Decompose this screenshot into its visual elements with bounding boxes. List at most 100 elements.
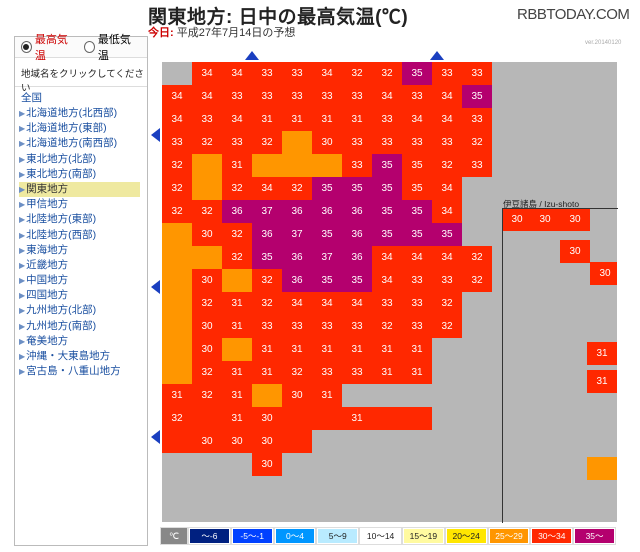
map-cell: 36 (222, 200, 252, 223)
forecast-date: 今日: 平成27年7月14日の予想 (148, 24, 295, 40)
map-cell (222, 269, 252, 292)
map-cell: 36 (312, 200, 342, 223)
map-cell: 37 (252, 200, 282, 223)
map-cell: 32 (432, 154, 462, 177)
map-cell: 33 (402, 131, 432, 154)
region-item[interactable]: ▶北海道地方(北西部) (19, 106, 147, 121)
map-cell: 35 (432, 223, 462, 246)
map-cell: 33 (342, 154, 372, 177)
region-item[interactable]: ▶東北地方(南部) (19, 167, 147, 182)
region-item[interactable]: ▶北海道地方(東部) (19, 121, 147, 136)
map-cell: 33 (402, 85, 432, 108)
region-item-label: 東北地方(北部) (26, 152, 97, 165)
chevron-right-icon: ▶ (19, 109, 26, 118)
map-cell: 34 (432, 200, 462, 223)
chevron-right-icon: ▶ (19, 124, 26, 134)
region-all-link[interactable]: 全国 (19, 91, 147, 106)
map-cell: 34 (312, 62, 342, 85)
radio-max-temp[interactable] (21, 41, 32, 53)
map-cell: 35 (312, 177, 342, 200)
map-cell: 32 (222, 223, 252, 246)
region-item[interactable]: ▶宮古島・八重山地方 (19, 364, 147, 379)
forecast-date-text: 平成27年7月14日の予想 (176, 27, 296, 39)
region-item[interactable]: ▶奄美地方 (19, 334, 147, 349)
map-cell (312, 407, 342, 430)
map-cell: 36 (342, 223, 372, 246)
radio-min-temp[interactable] (84, 41, 95, 53)
map-cell: 33 (372, 292, 402, 315)
temperature-legend: ℃ 〜-6 -5〜-1 0〜4 5〜9 10〜14 15〜19 20〜24 25〜29 30〜3… (160, 527, 616, 545)
brand-logo: RBBTODAY.COM (517, 6, 630, 23)
map-cell: 32 (432, 315, 462, 338)
map-cell: 34 (342, 292, 372, 315)
map-cell: 33 (312, 85, 342, 108)
legend-item: 30〜34 (531, 528, 573, 544)
map-cell: 34 (402, 246, 432, 269)
map-cell (282, 154, 312, 177)
region-item[interactable]: ▶沖縄・大東島地方 (19, 349, 147, 364)
region-item[interactable]: ▶北陸地方(東部) (19, 212, 147, 227)
map-cell (282, 430, 312, 453)
map-cell: 31 (162, 384, 192, 407)
region-item[interactable]: ▶九州地方(南部) (19, 319, 147, 334)
map-cell: 35 (372, 154, 402, 177)
map-cell: 30 (192, 269, 222, 292)
scroll-north-arrow[interactable] (245, 51, 259, 60)
region-item[interactable]: ▶中国地方 (19, 273, 147, 288)
today-label: 今日: (148, 27, 174, 39)
map-cell: 32 (192, 200, 222, 223)
map-cell: 36 (252, 223, 282, 246)
chevron-right-icon: ▶ (19, 200, 26, 210)
map-cell: 32 (282, 177, 312, 200)
map-cell: 31 (222, 154, 252, 177)
map-cell: 32 (252, 131, 282, 154)
scroll-west-arrow-2[interactable] (151, 280, 160, 294)
map-cell: 31 (342, 108, 372, 131)
map-cell: 32 (192, 361, 222, 384)
region-item[interactable]: ▶近畿地方 (19, 258, 147, 273)
region-item[interactable]: ▶北陸地方(西部) (19, 228, 147, 243)
map-cell: 31 (222, 292, 252, 315)
region-item-label: 北海道地方(東部) (26, 122, 107, 135)
region-item[interactable]: ▶東海地方 (19, 243, 147, 258)
map-cell: 30 (192, 223, 222, 246)
chevron-right-icon: ▶ (19, 245, 26, 255)
map-cell (282, 131, 312, 154)
radio-min-temp-label[interactable]: 最低気温 (98, 31, 137, 63)
scroll-northeast-arrow[interactable] (430, 51, 444, 60)
map-cell: 35 (342, 269, 372, 292)
map-cell: 36 (342, 246, 372, 269)
region-list: 全国 ▶北海道地方(北西部) ▶北海道地方(東部) ▶北海道地方(南西部) ▶東北地方… (15, 87, 147, 379)
map-cell: 34 (432, 108, 462, 131)
map-cell: 30 (192, 338, 222, 361)
map-cell (222, 338, 252, 361)
region-item[interactable]: ▶北海道地方(南西部) (19, 136, 147, 151)
region-item[interactable]: ▶九州地方(北部) (19, 303, 147, 318)
legend-item: 0〜4 (274, 528, 316, 544)
legend-item: 25〜29 (488, 528, 530, 544)
map-cell: 32 (222, 177, 252, 200)
chevron-right-icon: ▶ (19, 169, 26, 179)
map-cell: 33 (372, 108, 402, 131)
region-item[interactable]: ▶東北地方(北部) (19, 152, 147, 167)
region-item-label: 北陸地方(東部) (26, 213, 97, 226)
map-cell: 32 (462, 131, 492, 154)
chevron-right-icon: ▶ (19, 139, 26, 149)
map-cell: 35 (402, 177, 432, 200)
region-item[interactable]: ▶甲信地方 (19, 197, 147, 212)
scroll-southwest-arrow[interactable] (151, 430, 160, 444)
map-cell: 31 (252, 108, 282, 131)
map-cell (312, 154, 342, 177)
region-item[interactable]: ▶四国地方 (19, 288, 147, 303)
region-item[interactable]: ▶関東地方 (19, 181, 140, 198)
map-cell: 36 (282, 200, 312, 223)
chevron-right-icon: ▶ (19, 276, 26, 286)
map-cell: 37 (282, 223, 312, 246)
region-item-label: 沖縄・大東島地方 (26, 350, 111, 362)
chevron-right-icon: ▶ (19, 154, 26, 164)
map-cell: 31 (282, 338, 312, 361)
radio-max-temp-label[interactable]: 最高気温 (35, 31, 74, 63)
scroll-west-arrow[interactable] (151, 128, 160, 142)
region-item-label: 甲信地方 (26, 198, 69, 211)
map-cell: 31 (402, 361, 432, 384)
